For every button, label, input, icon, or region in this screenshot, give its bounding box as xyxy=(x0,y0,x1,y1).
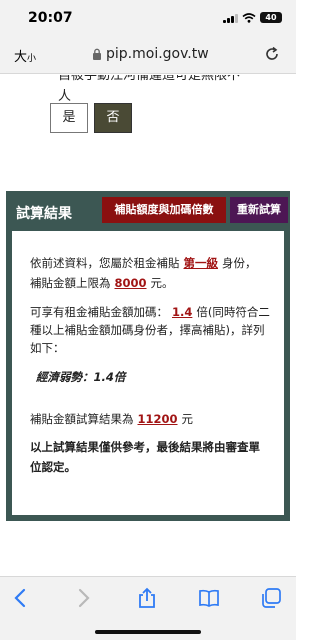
economic-disadvantage-text: 經濟弱勢：1.4倍 xyxy=(36,370,126,384)
subsidy-multiplier-button[interactable]: 補貼額度與加碼倍數 xyxy=(102,197,226,223)
result-level-text: 依前述資料，您屬於租金補貼 第一級 身份， 補貼金額上限為 8000 元。 xyxy=(30,253,270,293)
text-size-small-label: 小 xyxy=(27,54,37,64)
tabs-icon[interactable] xyxy=(260,587,282,609)
question-text-tail: 人 xyxy=(58,89,72,104)
text-size-label: 大 xyxy=(14,50,28,65)
disclaimer-text: 以上試算結果僅供參考，最後結果將由審查單位認定。 xyxy=(30,440,260,474)
signal-icon xyxy=(223,13,238,23)
lock-icon xyxy=(93,48,101,60)
no-button[interactable]: 否 xyxy=(94,103,132,133)
final-subsidy-amount: 11200 xyxy=(137,412,178,426)
question-text-cut: 自被手動江河備違這可是無限不 xyxy=(58,75,241,83)
chevron-left-icon[interactable] xyxy=(10,587,32,609)
wifi-icon xyxy=(242,12,256,23)
status-icons: 40 xyxy=(223,12,282,23)
result-section: 試算結果 補貼額度與加碼倍數 重新試算 依前述資料，您屬於租金補貼 第一級 身份， … xyxy=(6,191,290,521)
text-size-button[interactable]: 大小 xyxy=(14,46,36,65)
p2-text-a: 可享有租金補貼金額加碼： xyxy=(30,305,168,319)
page-content: 自被手動江河備違這可是無限不 人 是 否 試算結果 補貼額度與加碼倍數 重新試算… xyxy=(0,75,296,576)
result-amount-text: 補貼金額試算結果為 11200 元 xyxy=(30,411,193,427)
battery-icon: 40 xyxy=(260,12,282,23)
home-indicator xyxy=(95,630,201,634)
result-title: 試算結果 xyxy=(16,206,72,222)
url-field[interactable]: pip.moi.gov.tw xyxy=(92,46,209,62)
p1-text-a: 依前述資料，您屬於租金補貼 xyxy=(30,256,180,270)
url-text: pip.moi.gov.tw xyxy=(106,46,209,62)
status-time: 20:07 xyxy=(28,10,73,26)
recalculate-button[interactable]: 重新試算 xyxy=(230,197,288,223)
subsidy-cap-amount: 8000 xyxy=(114,276,147,290)
reload-icon[interactable] xyxy=(264,46,280,62)
p1-text-c: 元。 xyxy=(150,276,174,290)
yes-button[interactable]: 是 xyxy=(50,103,88,133)
multiplier-value: 1.4 xyxy=(172,305,193,319)
book-icon[interactable] xyxy=(198,587,220,609)
p4-text-a: 補貼金額試算結果為 xyxy=(30,412,134,426)
p4-text-b: 元 xyxy=(181,412,194,426)
chevron-right-icon[interactable] xyxy=(72,587,94,609)
share-icon[interactable] xyxy=(136,587,158,609)
subsidy-level: 第一級 xyxy=(183,256,219,270)
address-bar[interactable]: 大小 pip.moi.gov.tw xyxy=(0,36,296,74)
result-card: 依前述資料，您屬於租金補貼 第一級 身份， 補貼金額上限為 8000 元。 可享有租金補… xyxy=(12,231,284,515)
status-bar: 20:07 40 xyxy=(0,0,296,36)
result-multiplier-text: 可享有租金補貼金額加碼： 1.4 倍(同時符合二種以上補貼金額加碼身份者，擇高補貼)… xyxy=(30,303,274,357)
